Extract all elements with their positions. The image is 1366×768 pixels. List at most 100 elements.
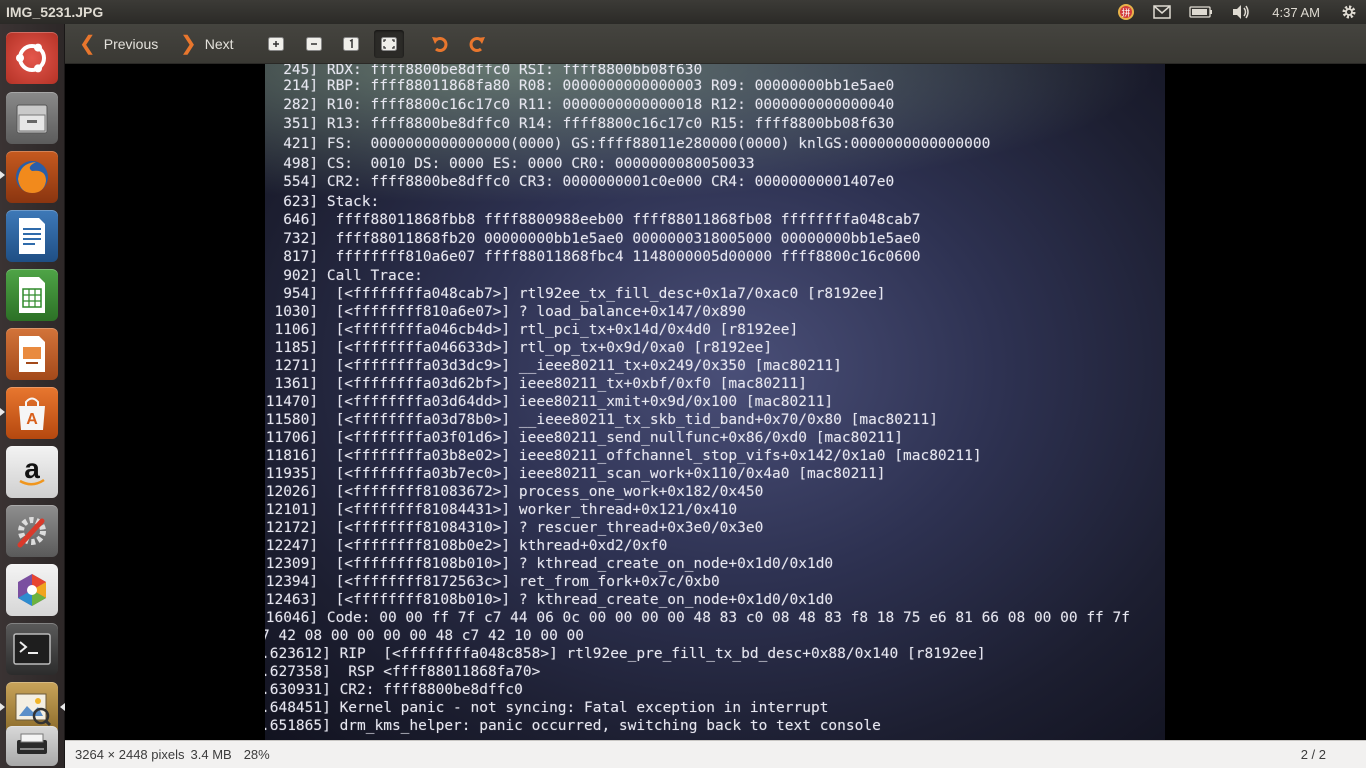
console-line: [ 351] R13: ffff8800be8dffc0 R14: ffff88… <box>265 116 895 132</box>
zoom-out-button[interactable] <box>299 30 329 58</box>
console-line: .651865] drm_kms_helper: panic occurred,… <box>265 718 881 734</box>
console-line: [12463] [<ffffffff8108b010>] ? kthread_c… <box>265 592 834 608</box>
indicator-area: 拼 4:37 AM <box>1108 0 1366 24</box>
best-fit-icon <box>381 37 397 51</box>
calc-spreadsheet-icon <box>19 277 45 313</box>
running-indicator <box>0 171 5 179</box>
console-line: [11470] [<ffffffffa03d64dd>] ieee80211_x… <box>265 394 834 410</box>
console-line: [ 282] R10: ffff8800c16c17c0 R11: 000000… <box>265 97 895 113</box>
zoom-in-button[interactable] <box>261 30 291 58</box>
console-line: [12101] [<ffffffff81084431>] worker_thre… <box>265 502 738 518</box>
gear-icon <box>1342 5 1356 19</box>
shopping-bag-icon: A <box>19 397 45 430</box>
launcher-software-center[interactable]: A <box>6 387 58 439</box>
image-viewer-icon <box>15 693 52 727</box>
indicator-messages[interactable] <box>1144 0 1180 24</box>
console-line: [ 817] ffffffff810a6e07 ffff88011868fbc4… <box>265 249 921 265</box>
console-line: .623612] RIP [<ffffffffa048c858>] rtl92e… <box>265 646 986 662</box>
launcher-libreoffice-calc[interactable] <box>6 269 58 321</box>
console-line: 7 42 08 00 00 00 00 48 c7 42 10 00 00 <box>265 628 585 644</box>
launcher-files[interactable] <box>6 92 58 144</box>
impress-presentation-icon <box>19 336 45 372</box>
rotate-left-button[interactable] <box>425 30 455 58</box>
launcher-terminal[interactable] <box>6 623 58 675</box>
console-line: [16046] Code: 00 00 ff 7f c7 44 06 0c 00… <box>265 610 1130 626</box>
console-line: [ 1271] [<ffffffffa03d3dc9>] __ieee80211… <box>265 358 842 374</box>
amazon-icon: a <box>19 453 45 486</box>
launcher-amazon[interactable]: a <box>6 446 58 498</box>
console-line: [12247] [<ffffffff8108b0e2>] kthread+0xd… <box>265 538 668 554</box>
console-line: .630931] CR2: ffff8800be8dffc0 <box>265 682 523 698</box>
console-line: [11935] [<ffffffffa03b7ec0>] ieee80211_s… <box>265 466 886 482</box>
rotate-right-icon <box>469 37 485 52</box>
terminal-icon <box>13 633 51 665</box>
launcher-libreoffice-impress[interactable] <box>6 328 58 380</box>
running-indicator <box>0 408 5 416</box>
console-line: [11580] [<ffffffffa03d78b0>] __ieee80211… <box>265 412 938 428</box>
previous-button[interactable]: ❮ Previous <box>79 30 158 58</box>
best-fit-button[interactable] <box>374 30 404 58</box>
clock[interactable]: 4:37 AM <box>1260 5 1332 20</box>
console-line: .627358] RSP <ffff88011868fa70> <box>265 664 541 680</box>
hexagon-tweak-icon <box>18 574 46 606</box>
viewer-toolbar: ❮ Previous ❯ Next <box>65 24 1366 64</box>
rotate-left-icon <box>432 37 448 52</box>
console-line: [ 498] CS: 0010 DS: 0000 ES: 0000 CR0: 0… <box>265 156 755 172</box>
console-line: [ 1106] [<ffffffffa046cb4d>] rtl_pci_tx+… <box>265 322 799 338</box>
running-indicator <box>0 703 5 711</box>
launcher-firefox[interactable] <box>6 151 58 203</box>
console-line: [ 732] ffff88011868fb20 00000000bb1e5ae0… <box>265 231 921 247</box>
chevron-left-icon: ❮ <box>79 33 96 55</box>
console-line: [ 954] [<ffffffffa048cab7>] rtl92ee_tx_f… <box>265 286 886 302</box>
console-line: [ 623] Stack: <box>265 194 380 210</box>
indicator-input-method[interactable]: 拼 <box>1108 0 1144 24</box>
chevron-right-icon: ❯ <box>180 33 197 55</box>
scanner-icon <box>17 733 47 754</box>
firefox-icon <box>16 161 48 193</box>
input-method-icon: 拼 <box>1118 4 1135 20</box>
envelope-icon <box>1153 5 1172 19</box>
launcher-unity-tweak[interactable] <box>6 564 58 616</box>
indicator-session[interactable] <box>1332 0 1366 24</box>
file-cabinet-icon <box>16 104 48 134</box>
console-line: [ 902] Call Trace: <box>265 268 423 284</box>
console-line: [12394] [<ffffffff8172563c>] ret_from_fo… <box>265 574 720 590</box>
photo-console-text: [ 245] RDX: ffff8800be8dffc0 RSI: ffff88… <box>265 64 1165 740</box>
previous-label: Previous <box>103 36 159 52</box>
image-viewport[interactable]: [ 245] RDX: ffff8800be8dffc0 RSI: ffff88… <box>65 64 1366 740</box>
rotate-right-button[interactable] <box>462 30 492 58</box>
kernel-panic-photo: [ 245] RDX: ffff8800be8dffc0 RSI: ffff88… <box>265 64 1165 740</box>
volume-icon <box>1233 5 1250 19</box>
launcher-scanner[interactable] <box>6 726 58 766</box>
console-line: [12026] [<ffffffff81083672>] process_one… <box>265 484 764 500</box>
console-line: [11706] [<ffffffffa03f01d6>] ieee80211_s… <box>265 430 904 446</box>
console-line: [ 421] FS: 0000000000000000(0000) GS:fff… <box>265 136 991 152</box>
launcher-ubuntu-dash[interactable] <box>6 32 58 84</box>
console-line: [ 1361] [<ffffffffa03d62bf>] ieee80211_t… <box>265 376 807 392</box>
next-button[interactable]: ❯ Next <box>180 30 234 58</box>
image-position: 2 / 2 <box>1300 747 1326 762</box>
launcher-libreoffice-writer[interactable] <box>6 210 58 262</box>
console-line: [ 1030] [<ffffffff810a6e07>] ? load_bala… <box>265 304 746 320</box>
zoom-in-icon <box>268 37 284 51</box>
console-line: [12309] [<ffffffff8108b010>] ? kthread_c… <box>265 556 834 572</box>
next-label: Next <box>204 36 234 52</box>
svg-text:拼: 拼 <box>1122 7 1131 19</box>
image-dimensions: 3264 × 2448 pixels <box>75 747 185 762</box>
normal-size-button[interactable] <box>336 30 366 58</box>
wrench-gear-icon <box>17 517 46 548</box>
console-line: .648451] Kernel panic - not syncing: Fat… <box>265 700 829 716</box>
svg-text:a: a <box>24 453 40 484</box>
launcher-system-settings[interactable] <box>6 505 58 557</box>
console-line: [11816] [<ffffffffa03b8e02>] ieee80211_o… <box>265 448 982 464</box>
indicator-sound[interactable] <box>1222 0 1260 24</box>
svg-text:A: A <box>26 411 38 428</box>
console-line: [ 245] RDX: ffff8800be8dffc0 RSI: ffff88… <box>265 64 703 78</box>
console-line: [ 214] RBP: ffff88011868fa80 R08: 000000… <box>265 78 895 94</box>
writer-document-icon <box>19 218 45 254</box>
indicator-battery[interactable] <box>1180 0 1222 24</box>
window-title: IMG_5231.JPG <box>6 4 104 20</box>
status-bar: 3264 × 2448 pixels 3.4 MB 28% 2 / 2 <box>65 740 1366 768</box>
console-line: [12172] [<ffffffff81084310>] ? rescuer_t… <box>265 520 764 536</box>
zoom-out-icon <box>306 37 322 51</box>
